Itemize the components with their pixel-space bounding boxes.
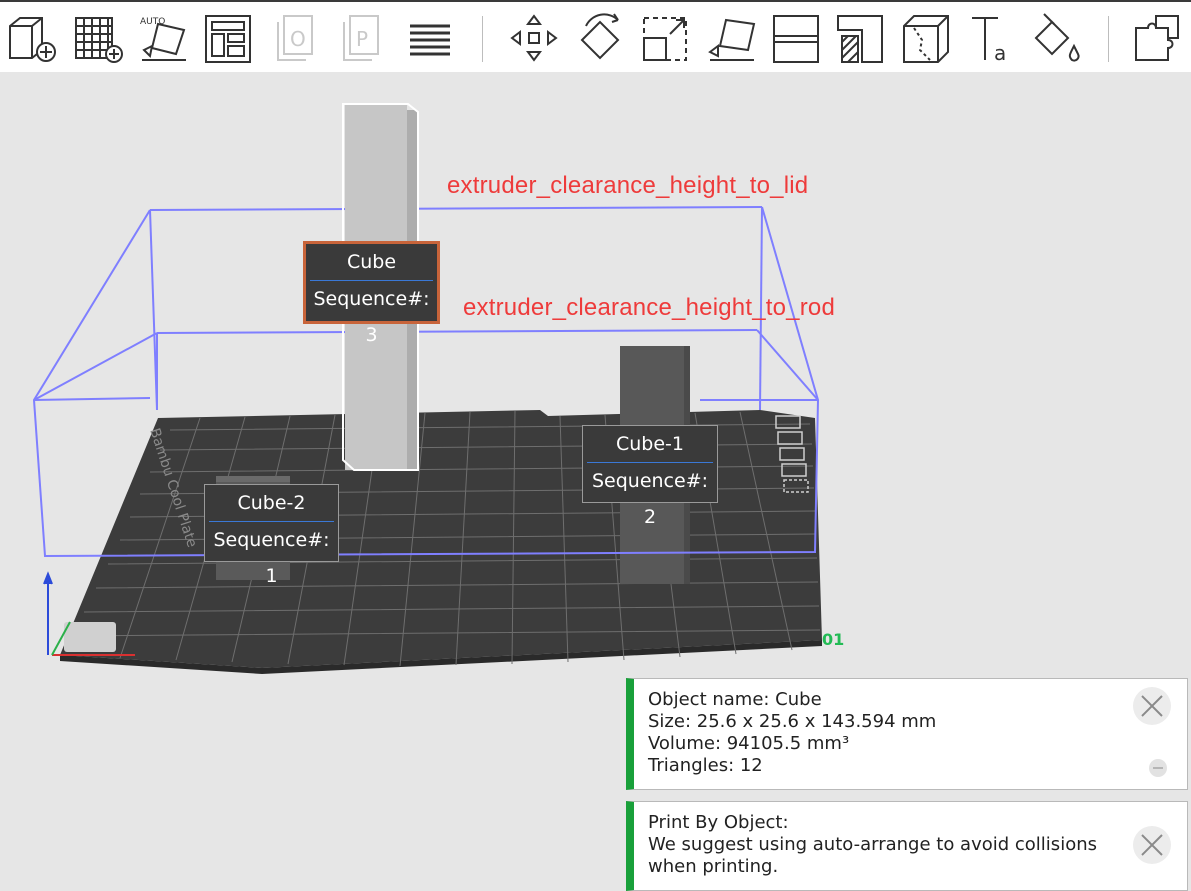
svg-text:O: O [290, 27, 306, 51]
scale-icon[interactable] [640, 10, 692, 66]
object-name-line: Object name: Cube [648, 689, 822, 710]
object-label-sequence: Sequence#: 3 [313, 288, 430, 346]
main-toolbar: AUTO O P a [0, 0, 1191, 72]
move-icon[interactable] [508, 10, 560, 66]
object-label-cube-1[interactable]: Cube-1 Sequence#: 2 [582, 425, 718, 528]
object-size-line: Size: 25.6 x 25.6 x 143.594 mm [648, 711, 937, 732]
object-label-name: Cube-2 [237, 492, 306, 514]
close-icon [1141, 834, 1163, 856]
close-notification-button[interactable] [1133, 826, 1171, 864]
close-notification-button[interactable] [1133, 687, 1171, 725]
object-label-cube[interactable]: Cube Sequence#: 3 [303, 241, 440, 346]
text-icon[interactable]: a [966, 10, 1018, 66]
build-plate: Bambu Cool Plate 01 [60, 410, 844, 674]
notification-text-cont: when printing. [648, 856, 779, 877]
plate-number: 01 [822, 630, 844, 649]
auto-orient-icon[interactable]: AUTO [138, 10, 190, 66]
svg-text:P: P [356, 27, 368, 51]
plate-o-icon[interactable]: O [272, 10, 324, 66]
object-label-sequence: Sequence#: 1 [213, 529, 330, 587]
add-plate-icon[interactable] [72, 10, 124, 66]
support-paint-icon[interactable] [834, 10, 886, 66]
seam-paint-icon[interactable] [900, 10, 952, 66]
lay-on-face-icon[interactable] [706, 10, 758, 66]
object-volume-line: Volume: 94105.5 mm³ [648, 733, 850, 754]
notification-text: We suggest using auto-arrange to avoid c… [648, 834, 1097, 855]
plate-p-icon[interactable]: P [338, 10, 390, 66]
rod-height-annotation: extruder_clearance_height_to_rod [463, 294, 835, 321]
notification-title: Print By Object: [648, 812, 789, 833]
color-paint-icon[interactable] [1030, 10, 1082, 66]
minimize-notification-button[interactable] [1149, 759, 1167, 777]
add-object-icon[interactable] [6, 10, 58, 66]
object-label-name: Cube-1 [615, 433, 684, 455]
cut-icon[interactable] [770, 10, 822, 66]
toolbar-separator [1108, 16, 1109, 62]
rotate-icon[interactable] [574, 10, 626, 66]
object-triangles-line: Triangles: 12 [648, 755, 763, 776]
print-by-object-notification: Print By Object: We suggest using auto-a… [626, 801, 1188, 891]
lid-height-annotation: extruder_clearance_height_to_lid [447, 172, 809, 199]
close-icon [1141, 695, 1163, 717]
toolbar-separator [482, 16, 483, 62]
layers-icon[interactable] [404, 10, 456, 66]
object-info-notification: Object name: Cube Size: 25.6 x 25.6 x 14… [626, 678, 1188, 790]
arrange-icon[interactable] [202, 10, 254, 66]
object-label-cube-2[interactable]: Cube-2 Sequence#: 1 [204, 484, 339, 587]
object-label-sequence: Sequence#: 2 [591, 470, 709, 528]
object-label-name: Cube [346, 251, 397, 273]
svg-text:a: a [994, 41, 1006, 65]
assembly-icon[interactable] [1130, 10, 1182, 66]
